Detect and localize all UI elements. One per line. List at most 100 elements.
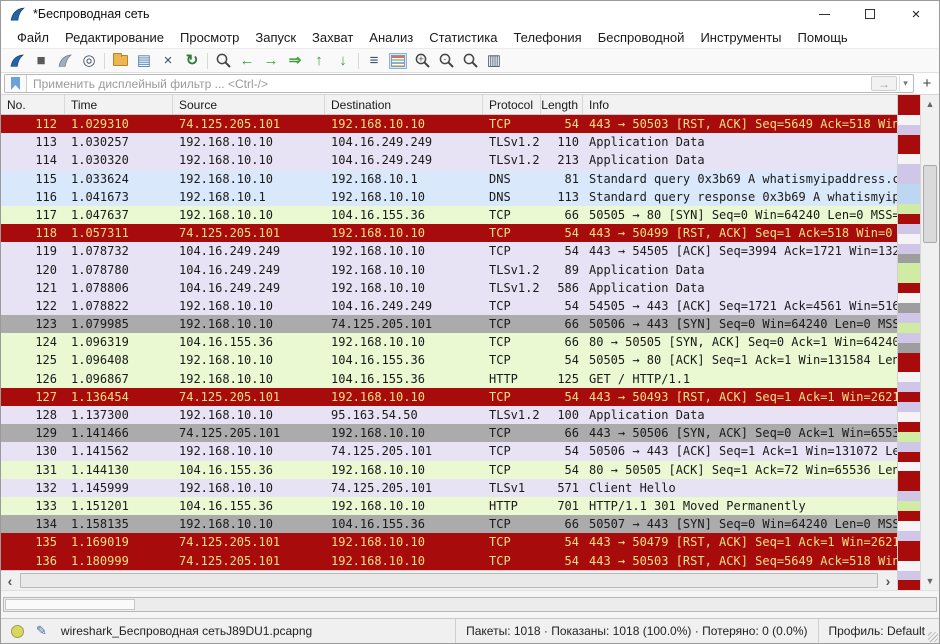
cell-no: 134: [1, 515, 65, 533]
packet-row[interactable]: 1301.141562192.168.10.1074.125.205.101TC…: [1, 442, 897, 460]
packet-row[interactable]: 1191.078732104.16.249.249192.168.10.10TC…: [1, 242, 897, 260]
close-button[interactable]: ×: [893, 1, 939, 27]
column-header-dst[interactable]: Destination: [325, 95, 483, 114]
cell-proto: TCP: [483, 533, 541, 551]
chevron-left-icon: ‹: [8, 573, 13, 589]
detail-pane-scrollbar[interactable]: [3, 597, 937, 612]
toolbar-separator: [104, 53, 105, 69]
packet-row[interactable]: 1231.079985192.168.10.1074.125.205.101TC…: [1, 315, 897, 333]
packet-row[interactable]: 1261.096867192.168.10.10104.16.155.36HTT…: [1, 370, 897, 388]
start-capture-icon[interactable]: [5, 50, 29, 72]
zoom-out-icon[interactable]: -: [434, 50, 458, 72]
add-filter-button[interactable]: +: [918, 75, 936, 93]
capture-comment-icon[interactable]: ✎: [36, 623, 47, 639]
column-header-time[interactable]: Time: [65, 95, 173, 114]
display-filter-input[interactable]: [27, 75, 871, 92]
packet-row[interactable]: 1321.145999192.168.10.1074.125.205.101TL…: [1, 479, 897, 497]
minimize-button[interactable]: [801, 1, 847, 27]
resize-grip[interactable]: [928, 632, 938, 642]
menu-item-wireless[interactable]: Беспроводной: [590, 28, 693, 47]
stop-capture-icon[interactable]: ■: [29, 50, 53, 72]
menu-item-capture[interactable]: Захват: [304, 28, 361, 47]
h-scroll-thumb[interactable]: [20, 573, 878, 588]
vertical-scrollbar[interactable]: ▲ ▼: [920, 95, 939, 590]
scroll-down-button[interactable]: ▼: [921, 572, 939, 590]
menu-item-file[interactable]: Файл: [9, 28, 57, 47]
menu-item-analyze[interactable]: Анализ: [361, 28, 421, 47]
profile-selector[interactable]: Профиль: Default: [819, 624, 940, 638]
column-header-no[interactable]: No.: [1, 95, 65, 114]
auto-scroll-icon[interactable]: ≡: [362, 50, 386, 72]
cell-no: 121: [1, 279, 65, 297]
colorize-icon[interactable]: [386, 50, 410, 72]
restart-capture-icon[interactable]: [53, 50, 77, 72]
packet-row[interactable]: 1251.096408192.168.10.10104.16.155.36TCP…: [1, 351, 897, 369]
cell-len: 89: [541, 261, 583, 279]
column-header-src[interactable]: Source: [173, 95, 325, 114]
cell-dst: 192.168.10.10: [325, 388, 483, 406]
menu-item-view[interactable]: Просмотр: [172, 28, 247, 47]
cell-len: 54: [541, 115, 583, 133]
filter-bookmark-button[interactable]: [5, 75, 27, 92]
open-file-icon[interactable]: [108, 50, 132, 72]
packet-row[interactable]: 1341.158135192.168.10.10104.16.155.36TCP…: [1, 515, 897, 533]
packet-row[interactable]: 1331.151201104.16.155.36192.168.10.10HTT…: [1, 497, 897, 515]
packet-row[interactable]: 1201.078780104.16.249.249192.168.10.10TL…: [1, 261, 897, 279]
previous-packet-icon[interactable]: ←: [235, 50, 259, 72]
menu-item-tools[interactable]: Инструменты: [692, 28, 789, 47]
packet-row[interactable]: 1161.041673192.168.10.1192.168.10.10DNS1…: [1, 188, 897, 206]
packet-row[interactable]: 1221.078822192.168.10.10104.16.249.249TC…: [1, 297, 897, 315]
packet-row[interactable]: 1281.137300192.168.10.1095.163.54.50TLSv…: [1, 406, 897, 424]
maximize-button[interactable]: [847, 1, 893, 27]
cell-len: 571: [541, 479, 583, 497]
cell-time: 1.145999: [65, 479, 173, 497]
packet-row[interactable]: 1181.05731174.125.205.101192.168.10.10TC…: [1, 224, 897, 242]
packet-row[interactable]: 1311.144130104.16.155.36192.168.10.10TCP…: [1, 461, 897, 479]
zoom-in-icon[interactable]: +: [410, 50, 434, 72]
reload-file-icon[interactable]: ↻: [180, 50, 204, 72]
close-file-icon[interactable]: ×: [156, 50, 180, 72]
filter-dropdown-caret[interactable]: ▾: [899, 76, 911, 91]
packet-row[interactable]: 1291.14146674.125.205.101192.168.10.10TC…: [1, 424, 897, 442]
column-header-info[interactable]: Info: [583, 95, 897, 114]
menu-item-telephony[interactable]: Телефония: [505, 28, 589, 47]
packet-row[interactable]: 1151.033624192.168.10.10192.168.10.1DNS8…: [1, 170, 897, 188]
menu-item-help[interactable]: Помощь: [790, 28, 856, 47]
v-scroll-track[interactable]: [921, 113, 939, 572]
cell-proto: TLSv1.2: [483, 261, 541, 279]
packet-row[interactable]: 1361.18099974.125.205.101192.168.10.10TC…: [1, 552, 897, 570]
capture-options-icon[interactable]: ◎: [77, 50, 101, 72]
first-packet-icon[interactable]: ↑: [307, 50, 331, 72]
next-packet-icon[interactable]: →: [259, 50, 283, 72]
column-header-proto[interactable]: Protocol: [483, 95, 541, 114]
packet-row[interactable]: 1121.02931074.125.205.101192.168.10.10TC…: [1, 115, 897, 133]
packet-row[interactable]: 1241.096319104.16.155.36192.168.10.10TCP…: [1, 333, 897, 351]
packet-row[interactable]: 1271.13645474.125.205.101192.168.10.10TC…: [1, 388, 897, 406]
column-header-len[interactable]: Length: [541, 95, 583, 114]
v-scroll-thumb[interactable]: [923, 165, 937, 243]
packet-row[interactable]: 1131.030257192.168.10.10104.16.249.249TL…: [1, 133, 897, 151]
scroll-left-button[interactable]: ‹: [1, 571, 19, 590]
resize-columns-icon[interactable]: ▥: [482, 50, 506, 72]
packet-minimap[interactable]: [897, 95, 920, 590]
find-packet-icon[interactable]: [211, 50, 235, 72]
packet-row[interactable]: 1141.030320192.168.10.10104.16.249.249TL…: [1, 151, 897, 169]
horizontal-scrollbar[interactable]: ‹ ›: [1, 570, 897, 590]
apply-filter-button[interactable]: →: [871, 76, 897, 91]
last-packet-icon[interactable]: ↓: [331, 50, 355, 72]
menu-item-edit[interactable]: Редактирование: [57, 28, 172, 47]
packet-row[interactable]: 1171.047637192.168.10.10104.16.155.36TCP…: [1, 206, 897, 224]
packet-row[interactable]: 1351.16901974.125.205.101192.168.10.10TC…: [1, 533, 897, 551]
packet-row[interactable]: 1211.078806104.16.249.249192.168.10.10TL…: [1, 279, 897, 297]
save-file-icon[interactable]: ▤: [132, 50, 156, 72]
scroll-right-button[interactable]: ›: [879, 571, 897, 590]
svg-text:+: +: [417, 55, 424, 64]
zoom-reset-icon[interactable]: [458, 50, 482, 72]
menu-item-statistics[interactable]: Статистика: [421, 28, 505, 47]
menu-item-go[interactable]: Запуск: [247, 28, 304, 47]
h-scroll-track[interactable]: [19, 571, 879, 590]
scroll-up-button[interactable]: ▲: [921, 95, 939, 113]
goto-packet-icon[interactable]: ⇒: [283, 50, 307, 72]
detail-pane-scroll-thumb[interactable]: [5, 599, 135, 610]
expert-info-icon[interactable]: [11, 625, 24, 638]
